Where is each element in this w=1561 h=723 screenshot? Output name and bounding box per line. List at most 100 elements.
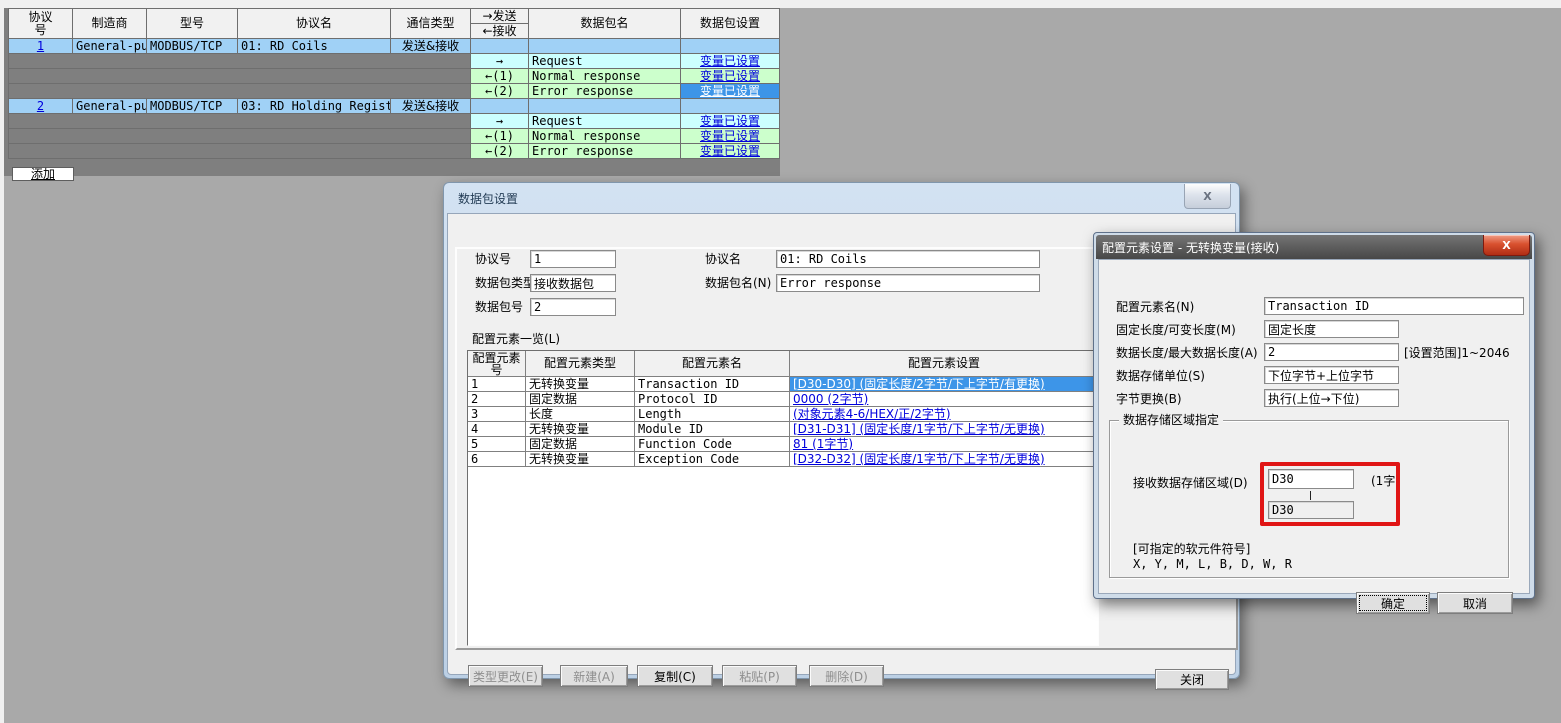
protocol-number-link[interactable]: 2 <box>37 100 44 113</box>
cell-elem-type: 无转换变量 <box>526 452 635 467</box>
cell-elem-name: Protocol ID <box>635 392 790 407</box>
element-list-table: 配置元素号 配置元素类型 配置元素名 配置元素设置 1无转换变量Transact… <box>467 350 1099 646</box>
elem-setting-link[interactable]: [D31-D31] (固定长度/1字节/下上字节/无更换) <box>793 423 1045 436</box>
data-length-range-note: [设置范围]1~2046 <box>1404 346 1510 361</box>
header-elem-setting: 配置元素设置 <box>790 351 1099 377</box>
storage-area-start-input[interactable]: D30 <box>1268 469 1354 489</box>
packet-no-label: 数据包号 <box>475 300 523 315</box>
cell-dir: → <box>471 114 528 128</box>
elem-setting-link[interactable]: 0000 (2字节) <box>793 393 868 406</box>
cell-empty <box>529 39 680 53</box>
cell-elem-setting: [D32-D32] (固定长度/1字节/下上字节/无更换) <box>790 452 1099 467</box>
protocol-list-area: 协议号 制造商 型号 协议名 通信类型 →发送 ←接收 数据包名 数据包设置 1… <box>4 8 780 176</box>
cell-dir: ←(1) <box>471 69 528 83</box>
packet-setting-link[interactable]: 变量已设置 <box>700 115 760 128</box>
cell-maker: General-pur <box>73 99 146 113</box>
length-type-label: 固定长度/可变长度(M) <box>1116 323 1236 338</box>
ok-button[interactable]: 确定 <box>1356 592 1430 614</box>
cell-dir: ←(2) <box>471 144 528 158</box>
packet-name-field[interactable]: Error response <box>776 274 1040 292</box>
protocol-name-label: 协议名 <box>705 252 741 267</box>
header-protocol-no: 协议号 <box>9 9 72 38</box>
element-name-field[interactable]: Transaction ID <box>1264 297 1524 315</box>
cell-comm-type: 发送&接收 <box>391 39 470 53</box>
byte-swap-label: 字节更换(B) <box>1116 392 1182 407</box>
row-spacer <box>9 129 470 143</box>
cell-packet-name: Error response <box>529 84 680 98</box>
cell-elem-name: Module ID <box>635 422 790 437</box>
packet-setting-link[interactable]: 变量已设置 <box>700 55 760 68</box>
cell-empty <box>471 99 528 113</box>
cell-protocol-no: 2 <box>9 99 72 113</box>
cell-elem-no: 5 <box>468 437 526 452</box>
close-icon[interactable]: X <box>1184 184 1231 209</box>
cell-elem-name: Transaction ID <box>635 377 790 392</box>
header-comm-type: 通信类型 <box>391 9 470 38</box>
cell-protocol-no: 1 <box>9 39 72 53</box>
elem-setting-link[interactable]: [D32-D32] (固定长度/1字节/下上字节/无更换) <box>793 453 1045 466</box>
cell-packet-setting: 变量已设置 <box>681 114 779 128</box>
header-maker: 制造商 <box>73 9 146 38</box>
cell-elem-setting: [D31-D31] (固定长度/1字节/下上字节/无更换) <box>790 422 1099 437</box>
data-length-label: 数据长度/最大数据长度(A) <box>1116 346 1258 361</box>
row-spacer <box>9 114 470 128</box>
header-recv: ←接收 <box>471 24 528 38</box>
header-protocol-name: 协议名 <box>238 9 390 38</box>
device-symbols-list: X, Y, M, L, B, D, W, R <box>1133 557 1292 572</box>
data-length-field[interactable]: 2 <box>1264 343 1399 361</box>
add-protocol-button[interactable]: 添加 <box>12 167 74 181</box>
cell-empty <box>529 99 680 113</box>
cell-elem-setting: [D30-D30] (固定长度/2字节/下上字节/有更换) <box>790 377 1099 392</box>
header-packet-name: 数据包名 <box>529 9 680 38</box>
cell-packet-setting: 变量已设置 <box>681 69 779 83</box>
packet-no-field[interactable]: 2 <box>530 298 616 316</box>
cell-protocol-name: 03: RD Holding Registers <box>238 99 390 113</box>
cancel-button[interactable]: 取消 <box>1437 592 1513 614</box>
device-symbols-title: [可指定的软元件符号] <box>1133 542 1250 557</box>
cell-elem-setting: 81 (1字节) <box>790 437 1099 452</box>
row-spacer <box>9 84 470 98</box>
protocol-name-field[interactable]: 01: RD Coils <box>776 250 1040 268</box>
storage-unit-label: 数据存储单位(S) <box>1116 369 1205 384</box>
packet-setting-link[interactable]: 变量已设置 <box>700 70 760 83</box>
word-count-label: (1字) <box>1371 474 1400 489</box>
packet-setting-link[interactable]: 变量已设置 <box>700 85 760 98</box>
packet-type-field[interactable]: 接收数据包 <box>530 274 616 292</box>
cell-dir: ←(2) <box>471 84 528 98</box>
close-button[interactable]: 关闭 <box>1155 669 1229 690</box>
cell-elem-setting: 0000 (2字节) <box>790 392 1099 407</box>
elem-setting-link[interactable]: [D30-D30] (固定长度/2字节/下上字节/有更换) <box>793 378 1045 391</box>
screen: { "colors": { "page_bg": "#a9a9a9", "sur… <box>0 0 1561 723</box>
cell-packet-name: Error response <box>529 144 680 158</box>
cell-packet-setting: 变量已设置 <box>681 54 779 68</box>
packet-type-label: 数据包类型 <box>475 276 535 291</box>
elem-setting-link[interactable]: 81 (1字节) <box>793 438 853 451</box>
storage-unit-field[interactable]: 下位字节+上位字节 <box>1264 366 1399 384</box>
protocol-number-link[interactable]: 1 <box>37 40 44 53</box>
cell-elem-no: 2 <box>468 392 526 407</box>
close-icon[interactable]: X <box>1483 235 1530 256</box>
cell-elem-no: 3 <box>468 407 526 422</box>
cell-packet-setting: 变量已设置 <box>681 84 779 98</box>
packet-setting-link[interactable]: 变量已设置 <box>700 145 760 158</box>
element-name-label: 配置元素名(N) <box>1116 300 1194 315</box>
copy-button[interactable]: 复制(C) <box>637 665 713 687</box>
receive-storage-area-label: 接收数据存储区域(D) <box>1133 476 1248 491</box>
cell-elem-no: 6 <box>468 452 526 467</box>
header-elem-no: 配置元素号 <box>468 351 526 377</box>
cell-model: MODBUS/TCP <box>147 39 237 53</box>
length-type-field[interactable]: 固定长度 <box>1264 320 1399 338</box>
elem-setting-link[interactable]: (对象元素4-6/HEX/正/2字节) <box>793 408 951 421</box>
change-type-button: 类型更改(E) <box>468 665 543 687</box>
byte-swap-field[interactable]: 执行(上位→下位) <box>1264 389 1399 407</box>
cell-maker: General-pur <box>73 39 146 53</box>
cell-packet-name: Normal response <box>529 69 680 83</box>
header-packet-setting: 数据包设置 <box>681 9 779 38</box>
cell-packet-setting: 变量已设置 <box>681 129 779 143</box>
cell-empty <box>681 39 779 53</box>
element-dialog-body: 配置元素名(N) Transaction ID 固定长度/可变长度(M) 固定长… <box>1098 259 1530 594</box>
protocol-no-field[interactable]: 1 <box>530 250 616 268</box>
packet-setting-link[interactable]: 变量已设置 <box>700 130 760 143</box>
cell-comm-type: 发送&接收 <box>391 99 470 113</box>
range-connector <box>1310 491 1311 500</box>
